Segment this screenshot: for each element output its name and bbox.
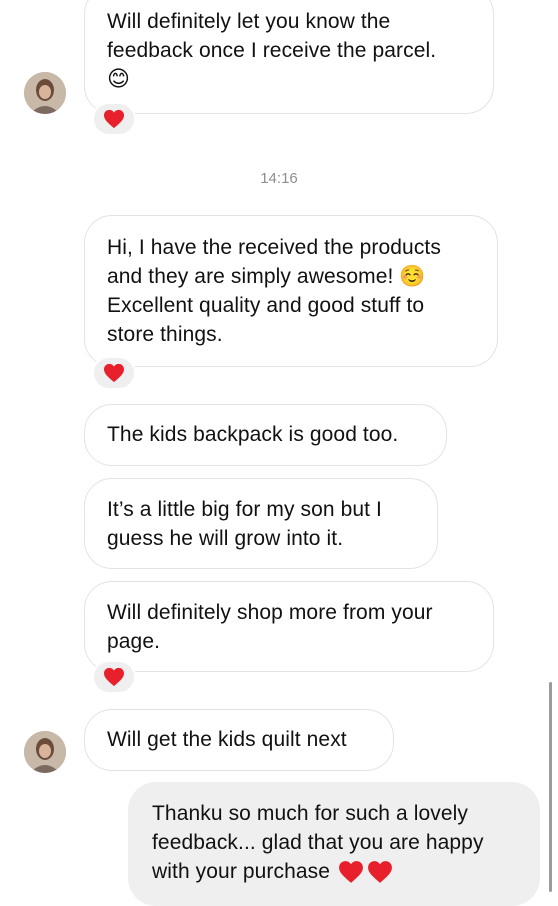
- avatar-photo: [24, 731, 66, 773]
- red-heart-icon: [104, 109, 124, 129]
- user-avatar[interactable]: [24, 72, 66, 114]
- message-text-line: store things.: [107, 323, 223, 346]
- message-text: and they are simply awesome!: [107, 265, 400, 288]
- reaction-badge[interactable]: [92, 356, 136, 390]
- message-text-line: feedback once I receive the parcel.: [107, 39, 437, 62]
- message-text-line: Excellent quality and good stuff to: [107, 294, 425, 317]
- message-timestamp: 14:16: [260, 170, 298, 187]
- message-text-line: It’s a little big for my son but I: [107, 498, 382, 521]
- red-heart-icon: [339, 860, 363, 883]
- received-message-bubble[interactable]: Will definitely shop more from your page…: [84, 581, 494, 672]
- message-text-line: feedback... glad that you are happy: [152, 831, 484, 854]
- user-avatar[interactable]: [24, 731, 66, 773]
- message-text-line: Will definitely shop more from your: [107, 601, 433, 624]
- avatar-photo: [24, 72, 66, 114]
- message-text-line: Will get the kids quilt next: [107, 728, 347, 751]
- reaction-badge[interactable]: [92, 660, 136, 694]
- red-heart-icon: [104, 363, 124, 383]
- message-text-line: The kids backpack is good too.: [107, 423, 399, 446]
- message-text-line: and they are simply awesome! ☺️: [107, 262, 475, 291]
- smiling-face-emoji-icon: 😊: [107, 67, 131, 92]
- message-text-line: Hi, I have the received the products: [107, 236, 441, 259]
- red-heart-icon: [368, 860, 392, 883]
- message-text-line: Thanku so much for such a lovely: [152, 802, 469, 825]
- received-message-bubble[interactable]: Hi, I have the received the products and…: [84, 215, 498, 367]
- message-text-line: with your purchase: [152, 857, 518, 886]
- message-text-line: page.: [107, 630, 161, 653]
- sent-message-bubble[interactable]: Thanku so much for such a lovely feedbac…: [128, 782, 540, 906]
- reaction-badge[interactable]: [92, 102, 136, 136]
- received-message-bubble[interactable]: Will get the kids quilt next: [84, 709, 394, 771]
- received-message-bubble[interactable]: Will definitely let you know the feedbac…: [84, 0, 494, 114]
- message-text: with your purchase: [152, 860, 336, 883]
- received-message-bubble[interactable]: It’s a little big for my son but I guess…: [84, 478, 438, 569]
- message-text-line: Will definitely let you know the: [107, 10, 391, 33]
- message-text-line: guess he will grow into it.: [107, 527, 344, 550]
- received-message-bubble[interactable]: The kids backpack is good too.: [84, 404, 447, 466]
- scrollbar[interactable]: [549, 682, 552, 892]
- smiling-face-emoji-icon: ☺️: [399, 264, 426, 288]
- red-heart-icon: [104, 667, 124, 687]
